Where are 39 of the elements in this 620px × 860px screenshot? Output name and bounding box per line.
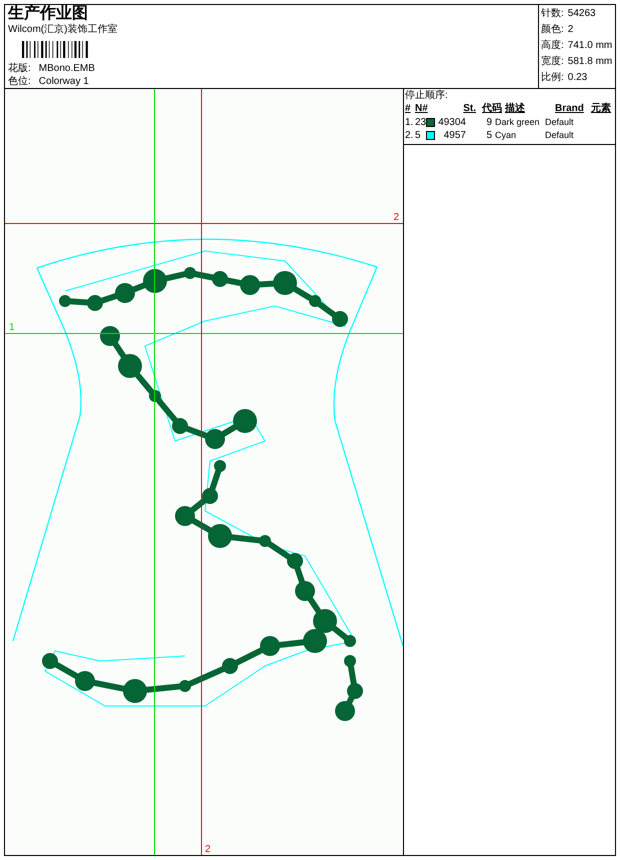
stat-value: 581.8 mm xyxy=(568,55,612,69)
table-title: 停止顺序: xyxy=(405,89,449,102)
stat-value: 2 xyxy=(568,23,574,37)
table-cell-text: 49304 xyxy=(437,116,467,129)
table-cell-text: 9 xyxy=(485,116,493,129)
field-label: 花版: xyxy=(8,62,31,75)
field-value: MBono.EMB xyxy=(38,62,95,75)
column-header: # xyxy=(405,102,412,116)
stat-label: 针数: xyxy=(541,7,564,21)
column-header: N# xyxy=(415,102,429,116)
stat-label: 比例: xyxy=(541,70,564,85)
table-cell: 23 xyxy=(415,116,426,129)
sheet-title: 生产作业图 xyxy=(8,5,89,23)
table-cell-text: Cyan xyxy=(495,129,518,142)
guide-label: 2 xyxy=(205,845,211,855)
table-cell-text: 4957 xyxy=(442,129,467,142)
column-header: St. xyxy=(462,102,477,116)
field-label: 色位: xyxy=(8,75,31,88)
column-header: Brand xyxy=(555,102,585,116)
table-cell-text: Dark green xyxy=(495,116,541,129)
stat-value: 0.23 xyxy=(568,71,588,85)
table-cell-text: Default xyxy=(545,129,575,142)
guide-label: 1 xyxy=(9,323,15,333)
table-cell-text: 5 xyxy=(415,129,422,142)
stat-label: 宽度: xyxy=(541,54,564,69)
column-header: 元素 xyxy=(591,102,612,116)
table-cell-text: 2. xyxy=(405,129,414,142)
table-cell-text: 1. xyxy=(405,116,414,129)
column-header: 代码 xyxy=(480,102,503,116)
stat-value: 54263 xyxy=(568,7,596,21)
table-cell-text: 5 xyxy=(485,129,493,142)
stat-label: 高度: xyxy=(541,38,564,53)
studio-name: Wilcom(汇京)装饰工作室 xyxy=(8,23,118,37)
guide-label: 2 xyxy=(393,213,399,223)
stat-value: 741.0 mm xyxy=(568,39,612,53)
stat-label: 颜色: xyxy=(541,22,564,37)
table-cell-text: Default xyxy=(545,116,575,129)
column-header: 描述 xyxy=(505,102,526,116)
field-value: Colorway 1 xyxy=(38,75,89,88)
